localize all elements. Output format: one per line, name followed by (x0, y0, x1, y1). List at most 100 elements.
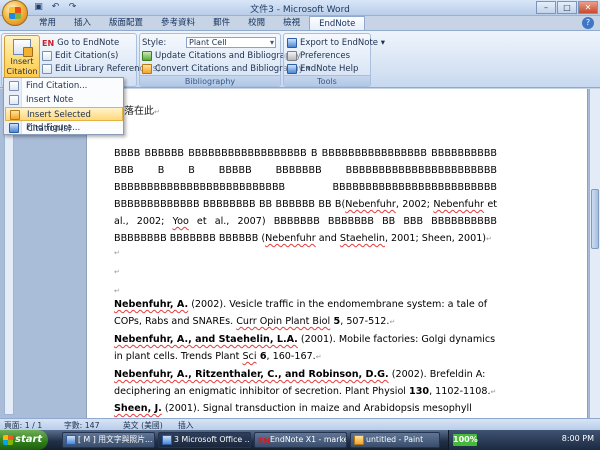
office-logo-icon (9, 7, 21, 19)
tools-group: Export to EndNote ▾ Preferences EndNote … (283, 33, 385, 87)
body-text-5: and (315, 233, 340, 244)
citation-author: Nebenfuhr (345, 199, 396, 210)
citation-author: Staehelin (339, 233, 385, 244)
body-text-2: , 2002; (395, 199, 434, 210)
window-controls: – □ ✕ (536, 1, 598, 14)
taskbar-item-word-doc[interactable]: [ M ] 用文字與照片... (62, 432, 155, 448)
menu-item-insert-selected-citations[interactable]: Insert Selected Citation(s) (5, 107, 123, 134)
tab-home[interactable]: 常用 (30, 16, 65, 30)
find-citation-icon (9, 81, 19, 91)
battery-indicator[interactable]: 100% (453, 434, 478, 446)
tab-review[interactable]: 校閱 (239, 16, 274, 30)
reference-authors: Sheen, J. (114, 403, 162, 414)
start-button[interactable]: start (0, 430, 48, 450)
endnote-help-button[interactable]: EndNote Help (287, 63, 358, 75)
update-icon (142, 51, 152, 61)
close-button[interactable]: ✕ (578, 1, 598, 14)
reference-volume: 5 (330, 316, 341, 327)
menu-item-insert-note[interactable]: Insert Note (5, 93, 123, 107)
empty-paragraph: ↵ (114, 264, 497, 280)
taskbar: start [ M ] 用文字與照片... 3 Microsoft Office… (0, 430, 600, 450)
edit-citation-icon (42, 51, 52, 61)
reference-pages: , 507-512. (340, 316, 390, 327)
endnote-help-label: EndNote Help (300, 64, 359, 74)
export-label: Export to EndNote ▾ (300, 38, 386, 48)
insert-citation-label-1: Insert (10, 57, 34, 66)
help-icon[interactable]: ? (582, 17, 594, 29)
find-figure-icon (9, 123, 19, 133)
taskbar-item-paint[interactable]: untitled - Paint (350, 432, 440, 448)
citation-author: Nebenfuhr (433, 199, 484, 210)
tab-insert[interactable]: 插入 (65, 16, 100, 30)
menu-item-find-citation[interactable]: Find Citation... (5, 79, 123, 93)
update-citations-button[interactable]: Update Citations and Bibliography (142, 50, 301, 62)
menu-item-find-figure[interactable]: Find Figure... (5, 121, 123, 135)
menu-item-label: Find Citation... (26, 81, 88, 91)
bibliography-group: Style: Plant Cell Update Citations and B… (139, 33, 311, 87)
tools-group-label: Tools (284, 75, 370, 86)
go-to-endnote-label: Go to EndNote (57, 38, 120, 48)
citation-author: Nebenfuhr (265, 233, 316, 244)
endnote-icon: EN (42, 39, 55, 48)
insert-citation-icon (13, 39, 33, 57)
menu-item-label: Insert Note (26, 95, 74, 105)
vertical-scrollbar[interactable] (589, 89, 600, 418)
heading-paragraph: 段落在此↵ (114, 104, 497, 120)
edit-citations-button[interactable]: Edit Citation(s) (42, 50, 118, 62)
reference-authors: Nebenfuhr, A., Ritzenthaler, C., and Rob… (114, 369, 389, 380)
tab-endnote[interactable]: EndNote (309, 16, 366, 30)
title-bar: ▣ ↶ ↷ 文件3 - Microsoft Word – □ ✕ (0, 0, 600, 26)
reference-pages: , 1102-1108. (429, 386, 491, 397)
update-citations-label: Update Citations and Bibliography (155, 51, 301, 61)
reference-volume: 6 (256, 351, 267, 362)
taskbar-item-endnote[interactable]: ENEndNote X1 - markers... (254, 432, 347, 448)
go-to-endnote-button[interactable]: EN Go to EndNote (42, 37, 119, 49)
preferences-icon (287, 51, 297, 61)
bibliography-group-label: Bibliography (140, 75, 280, 86)
system-tray: 100% 8:00 PM (448, 430, 600, 450)
insert-selected-icon (10, 110, 20, 120)
tab-mailings[interactable]: 郵件 (204, 16, 239, 30)
taskbar-item-label: 3 Microsoft Office ... (174, 435, 251, 444)
reference-2: Nebenfuhr, A., and Staehelin, L.A. (2001… (114, 331, 497, 366)
minimize-button[interactable]: – (536, 1, 556, 14)
paint-icon (354, 435, 364, 445)
empty-paragraph: ↵ (114, 245, 497, 261)
tab-references[interactable]: 參考資料 (152, 16, 204, 30)
menu-item-label: Find Figure... (26, 123, 81, 133)
ribbon-tabs: 常用 插入 版面配置 參考資料 郵件 校閱 檢視 EndNote (30, 16, 366, 30)
reference-journal: Curr Opin Plant Biol (236, 316, 331, 327)
tab-page-layout[interactable]: 版面配置 (100, 16, 152, 30)
export-icon (287, 38, 297, 48)
insert-citation-menu: Find Citation... Insert Note Insert Sele… (3, 77, 124, 135)
paragraph-mark: ↵ (490, 388, 497, 396)
paragraph-mark: ↵ (114, 287, 120, 295)
status-bar: 頁面: 1 / 1 字數: 147 英文 (美國) 插入 (0, 418, 600, 430)
edit-citations-label: Edit Citation(s) (55, 51, 119, 61)
citation-author: Yoo (172, 216, 189, 227)
paragraph-mark: ↵ (389, 318, 396, 326)
reference-volume: 130 (409, 386, 430, 397)
taskbar-item-label: [ M ] 用文字與照片... (78, 435, 153, 444)
empty-paragraph: ↵ (114, 125, 497, 141)
tab-view[interactable]: 檢視 (274, 16, 309, 30)
preferences-button[interactable]: Preferences (287, 50, 350, 62)
office-button[interactable] (2, 0, 28, 26)
preferences-label: Preferences (300, 51, 350, 61)
body-paragraph: BBBB BBBBBB BBBBBBBBBBBBBBBBBB B BBBBBBB… (114, 145, 497, 248)
maximize-button[interactable]: □ (557, 1, 577, 14)
paragraph-mark: ↵ (154, 108, 160, 116)
window-title: 文件3 - Microsoft Word (250, 5, 350, 15)
scrollbar-thumb[interactable] (591, 189, 599, 249)
style-select[interactable]: Plant Cell (186, 37, 276, 48)
reference-text: (2001). Signal transduction in maize and… (164, 403, 472, 414)
paragraph-mark: ↵ (486, 235, 492, 243)
reference-journal: Sci (242, 351, 257, 362)
clock[interactable]: 8:00 PM (562, 434, 594, 443)
taskbar-item-office[interactable]: 3 Microsoft Office ... (158, 432, 251, 448)
document-page[interactable]: 段落在此↵ ↵ BBBB BBBBBB BBBBBBBBBBBBBBBBBB B… (86, 89, 588, 418)
paragraph-mark: ↵ (114, 249, 120, 257)
word-icon (66, 435, 76, 445)
export-to-endnote-button[interactable]: Export to EndNote ▾ (287, 37, 385, 49)
edit-library-icon (42, 64, 52, 74)
